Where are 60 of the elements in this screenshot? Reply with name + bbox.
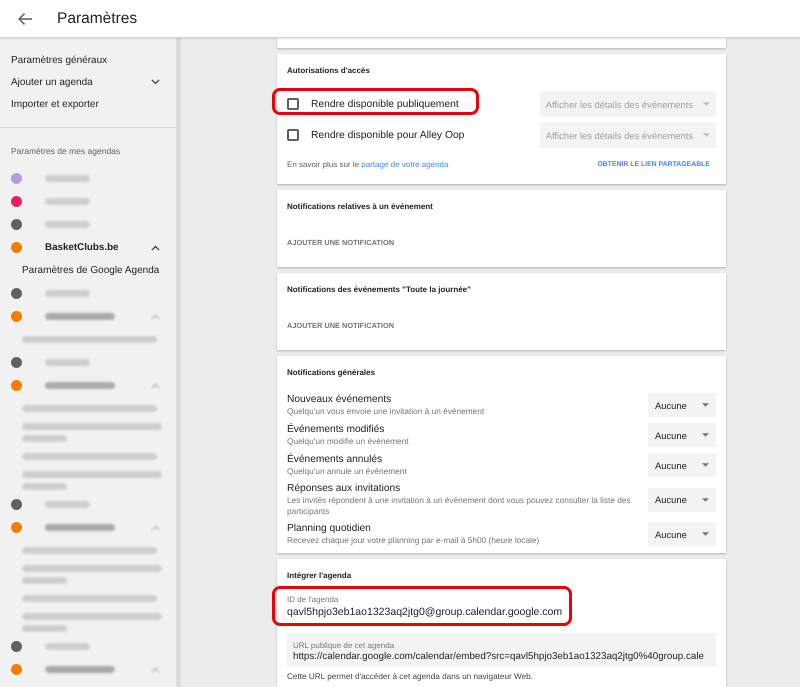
card-title: Intégrer l'agenda — [287, 570, 352, 582]
checkbox-label[interactable]: Rendre disponible pour Alley Oop — [311, 130, 464, 140]
calendar-id-text: qavl5hpjo3eb1ao1323aq2jtg0@group.calendar.google.com — [287, 605, 562, 619]
setting-description: Quelqu'un annule un événement — [287, 466, 408, 476]
blurred-text — [45, 382, 115, 389]
card-title: Autorisations d'accès — [287, 65, 371, 77]
field-label: ID de l'agenda — [287, 595, 340, 605]
caret-icon — [702, 532, 709, 536]
checkbox[interactable] — [287, 129, 299, 141]
setting-description: Les invités répondent à une invitation à un événement dont vous pouvez consulter la liste des participants — [287, 495, 632, 516]
url-text: https://calendar.google.com/calendar/embed?src=qavl5hpjo3eb1ao1323aq2jtg0%40group.cale — [293, 651, 705, 663]
caret-icon — [703, 102, 710, 106]
setting-title: Nouveaux événements — [287, 394, 392, 406]
caret-icon — [702, 463, 709, 467]
caret-icon — [702, 498, 709, 502]
menu-item[interactable]: Importer et exporter — [11, 98, 99, 110]
sharing-link[interactable]: partage de votre agenda — [361, 160, 448, 168]
help-text: Cette URL permet d'accéder à cet agenda dans un navigateur Web. — [287, 671, 534, 683]
setting-description: Quelqu'un modifie un événement — [287, 436, 410, 446]
checkbox[interactable] — [287, 98, 299, 110]
caret-icon — [702, 433, 709, 437]
caret-icon — [703, 133, 710, 137]
field-label: URL publique de cet agenda — [293, 641, 396, 651]
notification-dropdown[interactable]: Aucune — [648, 522, 716, 546]
blurred-text — [45, 666, 115, 673]
page-title: Paramètres — [57, 10, 138, 28]
section-title: Paramètres de mes agendas — [11, 145, 122, 157]
blurred-text — [45, 501, 90, 508]
menu-item[interactable]: Paramètres généraux — [11, 54, 108, 66]
notification-dropdown[interactable]: Aucune — [648, 488, 716, 512]
setting-title: Événements modifiés — [287, 424, 386, 436]
chevron-up-icon[interactable] — [151, 244, 160, 250]
notification-dropdown[interactable]: Aucune — [648, 453, 716, 477]
blurred-text — [45, 198, 90, 205]
setting-description: Quelqu'un vous envoie une invitation à un événement — [287, 406, 486, 416]
blurred-text — [45, 175, 90, 182]
blurred-text — [45, 643, 90, 650]
card-title: Notifications générales — [287, 367, 376, 379]
checkbox-label[interactable]: Rendre disponible publiquement — [311, 98, 459, 110]
blurred-text — [45, 313, 115, 320]
settings-link[interactable]: Paramètres de Google Agenda — [22, 265, 160, 276]
setting-title: Événements annulés — [287, 454, 384, 466]
back-arrow-icon[interactable] — [18, 12, 32, 24]
setting-title: Réponses aux invitations — [287, 483, 402, 495]
card-title: Notifications des événements "Toute la journée" — [287, 284, 472, 296]
url-field[interactable]: URL publique de cet agenda https://calendar.google.com/calendar/embed?src=qavl5hpjo3eb1ao1323aq2jtg0%40group.cale — [287, 633, 716, 667]
chevron-down-icon[interactable] — [151, 79, 160, 85]
menu-item[interactable]: Ajouter un agenda — [11, 76, 93, 88]
card-title: Notifications relatives à un événement — [287, 201, 434, 213]
setting-description: Recevez chaque jour votre planning par e-mail à 5h00 (heure locale) — [287, 534, 540, 546]
notification-dropdown[interactable]: Aucune — [648, 393, 716, 417]
setting-title: Planning quotidien — [287, 522, 372, 535]
blurred-text — [45, 524, 115, 531]
blurred-text — [45, 221, 90, 228]
caret-icon — [702, 403, 709, 407]
notification-dropdown[interactable]: Aucune — [648, 423, 716, 447]
blurred-text — [45, 359, 90, 366]
blurred-text — [45, 290, 90, 297]
learn-more-text: En savoir plus sur le partage de votre agenda — [287, 160, 448, 168]
calendar-name[interactable]: BasketClubs.be — [45, 242, 151, 253]
